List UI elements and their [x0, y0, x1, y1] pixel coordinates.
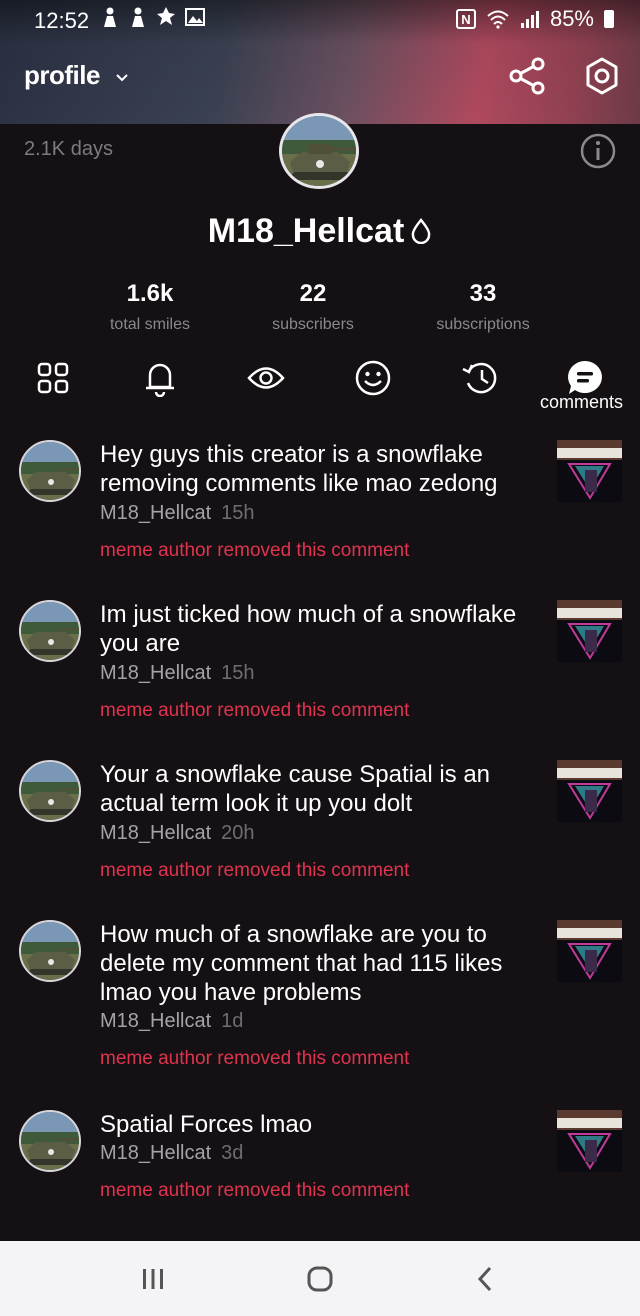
tab-grid[interactable] [31, 356, 75, 400]
drop-icon [411, 218, 431, 244]
person-icon [104, 7, 116, 27]
tab-views[interactable] [244, 356, 288, 400]
stat-label: subscribers [272, 316, 354, 333]
page-title[interactable]: profile [24, 60, 100, 91]
comment-text: Your a snowflake cause Spatial is an act… [100, 761, 491, 817]
bell-icon [146, 363, 174, 397]
home-icon[interactable] [300, 1259, 340, 1299]
notification-icons [100, 6, 206, 28]
comment-time: 20h [221, 822, 255, 844]
comment-avatar[interactable] [19, 440, 81, 502]
history-icon [462, 362, 497, 394]
status-time: 12:52 [34, 8, 90, 33]
comment-removed-notice: meme author removed this comment [100, 1180, 410, 1201]
stat-value: 22 [299, 280, 327, 307]
comment-author[interactable]: M18_Hellcat [100, 1010, 211, 1032]
header-bar: 12:52 N 85% profile [0, 0, 640, 124]
comment-meta: M18_Hellcat 15h [100, 662, 255, 685]
back-icon[interactable] [466, 1259, 506, 1299]
tab-notifications[interactable] [138, 356, 182, 400]
stat-total-smiles: 1.6k total smiles [70, 280, 230, 334]
comment-text: Spatial Forces lmao [100, 1111, 313, 1138]
comment-author[interactable]: M18_Hellcat [100, 502, 211, 524]
leaf-icon [157, 7, 175, 25]
meme-thumbnail[interactable] [557, 1110, 622, 1172]
comment-avatar[interactable] [19, 920, 81, 982]
info-icon[interactable] [579, 132, 617, 170]
comment-meta: M18_Hellcat 15h [100, 502, 255, 525]
username-text: M18_Hellcat [207, 212, 405, 250]
meme-thumbnail[interactable] [557, 600, 622, 662]
comment-time: 15h [221, 502, 255, 524]
stat-value: 1.6k [126, 280, 174, 307]
meme-thumbnail[interactable] [557, 760, 622, 822]
stat-value: 33 [469, 280, 497, 307]
meme-thumbnail[interactable] [557, 920, 622, 982]
eye-icon [247, 367, 285, 389]
stat-label: subscriptions [436, 316, 530, 333]
nfc-icon: N [455, 9, 476, 29]
profile-avatar[interactable] [279, 113, 359, 189]
battery-icon [604, 10, 614, 28]
battery-percent: 85% [549, 6, 594, 31]
image-icon [185, 8, 205, 26]
comment-meta: M18_Hellcat 3d [100, 1142, 243, 1165]
settings-icon[interactable] [582, 56, 622, 96]
account-age: 2.1K days [24, 138, 113, 160]
comment-meta: M18_Hellcat 20h [100, 822, 255, 845]
tab-history[interactable] [458, 356, 502, 400]
recent-apps-icon[interactable] [133, 1259, 173, 1299]
system-nav-bar [0, 1241, 640, 1316]
comment-avatar[interactable] [19, 760, 81, 822]
app-header: profile [0, 38, 640, 124]
comment-text: Hey guys this creator is a snowflake rem… [100, 441, 498, 497]
comment-removed-notice: meme author removed this comment [100, 1048, 410, 1069]
comment-text: How much of a snowflake are you to delet… [100, 921, 503, 1006]
status-right: N 85% [455, 6, 614, 32]
comment-removed-notice: meme author removed this comment [100, 700, 410, 721]
comment-time: 3d [221, 1142, 244, 1164]
status-bar: 12:52 N 85% [0, 0, 640, 38]
comment-avatar[interactable] [19, 1110, 81, 1172]
comment-author[interactable]: M18_Hellcat [100, 662, 211, 684]
signal-icon [520, 11, 539, 28]
stat-subscribers[interactable]: 22 subscribers [233, 280, 393, 334]
tab-smiles[interactable] [351, 356, 395, 400]
comment-author[interactable]: M18_Hellcat [100, 1142, 211, 1164]
wifi-icon [487, 10, 509, 29]
meme-thumbnail[interactable] [557, 440, 622, 502]
comment-removed-notice: meme author removed this comment [100, 540, 410, 561]
stat-subscriptions[interactable]: 33 subscriptions [403, 280, 563, 334]
comment-avatar[interactable] [19, 600, 81, 662]
comment-text: Im just ticked how much of a snowflake y… [100, 601, 517, 657]
chevron-down-icon[interactable] [116, 72, 128, 84]
comment-meta: M18_Hellcat 1d [100, 1010, 243, 1033]
person-icon [132, 7, 144, 27]
comment-author[interactable]: M18_Hellcat [100, 822, 211, 844]
profile-username: M18_Hellcat [0, 212, 640, 251]
share-icon[interactable] [508, 56, 548, 96]
comment-time: 1d [221, 1010, 244, 1032]
grid-icon [37, 362, 69, 394]
smile-icon [355, 360, 391, 396]
comment-time: 15h [221, 662, 255, 684]
stat-label: total smiles [109, 316, 191, 333]
active-tab-label: comments [540, 392, 624, 412]
comment-removed-notice: meme author removed this comment [100, 860, 410, 881]
